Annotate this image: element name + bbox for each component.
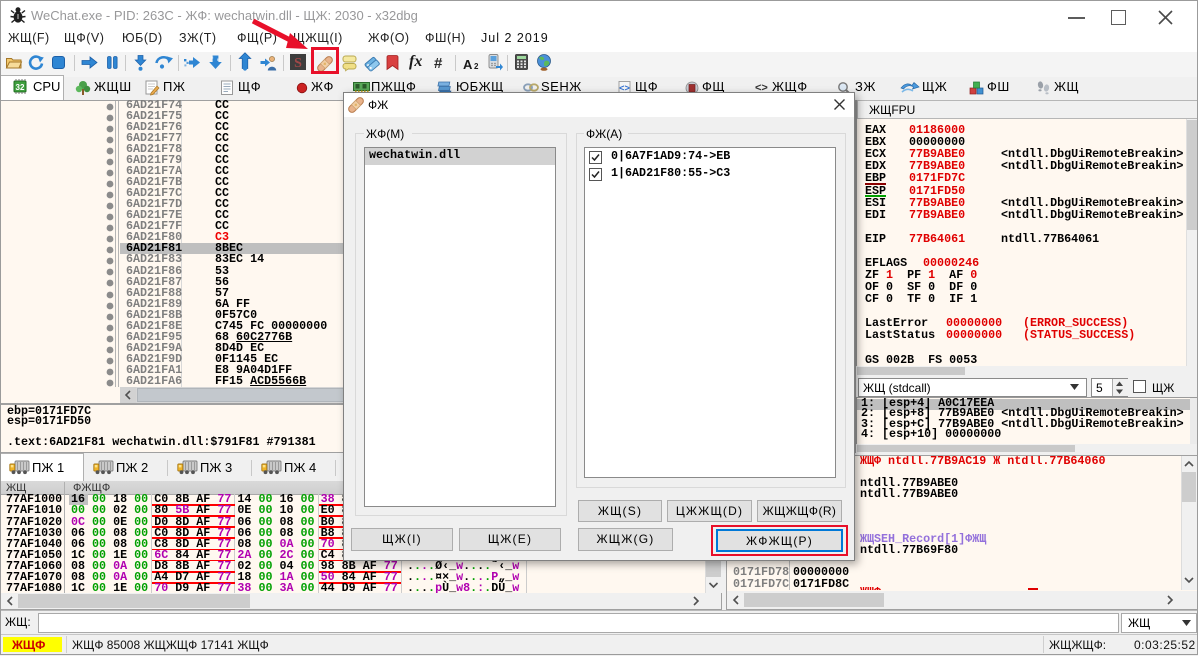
svg-text:32: 32: [16, 83, 25, 92]
svg-text:S: S: [294, 56, 302, 71]
